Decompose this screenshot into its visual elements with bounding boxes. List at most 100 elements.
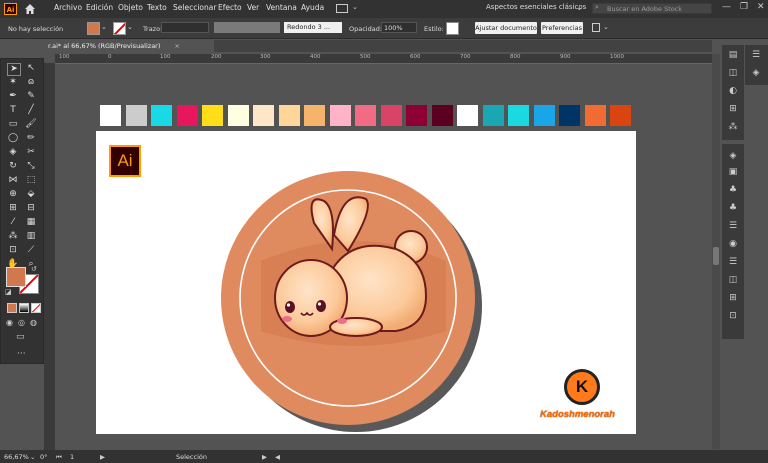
scale-tool-icon[interactable]: ⤡ xyxy=(25,161,37,172)
menu-texto[interactable]: Texto xyxy=(147,3,167,12)
type-tool-icon[interactable]: T xyxy=(7,105,19,116)
stroke-panel-icon[interactable]: ☰ xyxy=(726,256,740,268)
color-guide-icon[interactable]: ◫ xyxy=(726,67,740,79)
shape-builder-icon[interactable]: ⊕ xyxy=(7,189,19,200)
graphic-styles-icon[interactable]: ♣ xyxy=(726,202,740,214)
draw-mode-icon[interactable]: ◉ xyxy=(6,318,13,327)
menu-archivo[interactable]: Archivo xyxy=(54,3,82,12)
stock-search-input[interactable]: Buscar en Adobe Stock xyxy=(592,3,712,14)
maximize-icon[interactable]: ❐ xyxy=(740,2,748,12)
eraser-icon[interactable]: ◈ xyxy=(7,147,19,158)
color-swatch[interactable] xyxy=(431,105,453,126)
mesh-tool-icon[interactable]: ⊟ xyxy=(25,203,37,214)
live-paint-icon[interactable]: ⬙ xyxy=(25,189,37,200)
fill-color-box[interactable] xyxy=(6,267,26,287)
chevron-down-icon[interactable]: ⌄ xyxy=(603,23,609,31)
none-mode-icon[interactable] xyxy=(31,303,41,313)
pen-tool-icon[interactable]: ✒ xyxy=(7,91,19,102)
symbols-icon[interactable]: ♣ xyxy=(726,184,740,196)
default-colors-icon[interactable]: ◪ xyxy=(5,288,12,296)
stroke-swatch[interactable] xyxy=(113,22,126,35)
pathfinder-icon[interactable]: ⊡ xyxy=(726,310,740,322)
perspective-grid-icon[interactable]: ⊞ xyxy=(7,203,19,214)
layers-icon[interactable]: ◈ xyxy=(726,150,740,162)
selection-tool-icon[interactable]: ➤ xyxy=(7,63,21,76)
gradient-tool-icon[interactable]: ▦ xyxy=(25,217,37,228)
properties-icon[interactable]: ▤ xyxy=(726,49,740,61)
color-swatch[interactable] xyxy=(610,105,631,126)
menu-seleccionar[interactable]: Seleccionar xyxy=(173,3,216,12)
ellipse-tool-icon[interactable]: ◯ xyxy=(7,133,19,144)
close-icon[interactable]: ✕ xyxy=(757,2,765,12)
workspace-switcher[interactable]: Aspectos esenciales clásicos xyxy=(486,3,586,11)
color-swatch[interactable] xyxy=(304,105,325,126)
rectangle-tool-icon[interactable]: ▭ xyxy=(7,119,19,130)
variable-width-profile[interactable] xyxy=(214,22,280,33)
menu-objeto[interactable]: Objeto xyxy=(118,3,143,12)
color-swatch[interactable] xyxy=(151,105,172,126)
minimize-icon[interactable]: — xyxy=(722,2,731,12)
next-page-icon[interactable]: ▶ xyxy=(100,453,105,461)
chevron-down-icon[interactable]: ⌄ xyxy=(127,23,133,31)
transparency-icon[interactable]: ◉ xyxy=(726,238,740,250)
scroll-thumb[interactable] xyxy=(713,247,719,265)
brushes-icon[interactable]: ⁂ xyxy=(726,121,740,133)
draw-inside-icon[interactable]: ◍ xyxy=(30,318,37,327)
chevron-down-icon[interactable]: ⌄ xyxy=(352,3,358,11)
scissors-icon[interactable]: ✂ xyxy=(25,147,37,158)
color-swatch[interactable] xyxy=(253,105,274,126)
artboard-tool-icon[interactable]: ⊡ xyxy=(7,245,19,256)
brush-definition[interactable]: Redondo 3 ... xyxy=(284,22,342,33)
preferences-button[interactable]: Preferencias xyxy=(541,22,583,34)
chevron-down-icon[interactable]: ⌄ xyxy=(101,23,107,31)
swatches-icon[interactable]: ⊞ xyxy=(726,103,740,115)
width-tool-icon[interactable]: ⋈ xyxy=(7,175,19,186)
color-swatch[interactable] xyxy=(559,105,580,126)
swap-colors-icon[interactable]: ↺ xyxy=(31,265,37,273)
curvature-tool-icon[interactable]: ✎ xyxy=(25,91,37,102)
first-page-icon[interactable]: ⏮ xyxy=(56,453,62,462)
fill-swatch[interactable] xyxy=(87,22,100,35)
direct-selection-tool-icon[interactable]: ↖ xyxy=(25,63,37,74)
line-tool-icon[interactable]: ╱ xyxy=(25,105,37,116)
gradient-panel-icon[interactable]: ◫ xyxy=(726,274,740,286)
symbol-sprayer-icon[interactable]: ⁂ xyxy=(7,231,19,242)
color-swatch[interactable] xyxy=(355,105,376,126)
rotation-angle[interactable]: 0° xyxy=(40,453,47,461)
color-swatch[interactable] xyxy=(329,105,351,126)
color-swatch[interactable] xyxy=(457,105,478,126)
vertical-scrollbar[interactable] xyxy=(712,54,720,449)
pencil-icon[interactable]: ✏ xyxy=(25,133,37,144)
graphic-style-swatch[interactable] xyxy=(446,22,459,35)
status-menu-icon[interactable]: ◀ xyxy=(275,453,280,461)
arrange-documents-icon[interactable] xyxy=(336,4,348,13)
color-swatch[interactable] xyxy=(380,105,402,126)
color-swatch[interactable] xyxy=(176,105,198,126)
paintbrush-icon[interactable]: 🖌 xyxy=(25,119,37,130)
color-swatch[interactable] xyxy=(125,105,147,126)
magic-wand-icon[interactable]: ✶ xyxy=(7,77,19,88)
color-swatch[interactable] xyxy=(508,105,529,126)
menu-ayuda[interactable]: Ayuda xyxy=(301,3,324,12)
graph-tool-icon[interactable]: ▥ xyxy=(25,231,37,242)
color-swatch[interactable] xyxy=(278,105,300,126)
color-swatch[interactable] xyxy=(227,105,249,126)
layers-icon[interactable]: ◈ xyxy=(749,67,763,79)
close-icon[interactable]: × xyxy=(174,42,179,50)
gradient-mode-icon[interactable] xyxy=(19,303,29,313)
appearance-icon[interactable]: ☰ xyxy=(726,220,740,232)
menu-ventana[interactable]: Ventana xyxy=(266,3,297,12)
libraries-icon[interactable]: ☰ xyxy=(749,49,763,61)
status-play-icon[interactable]: ▶ xyxy=(262,453,267,461)
menu-efecto[interactable]: Efecto xyxy=(218,3,242,12)
align-icon[interactable] xyxy=(592,23,600,32)
lasso-icon[interactable]: ɷ xyxy=(25,77,37,88)
color-mode-icon[interactable] xyxy=(7,303,17,313)
color-swatch[interactable] xyxy=(406,105,427,126)
chevron-down-icon[interactable]: ⌄ xyxy=(30,453,35,461)
color-swatch[interactable] xyxy=(533,105,555,126)
menu-edicion[interactable]: Edición xyxy=(86,3,113,12)
home-icon[interactable] xyxy=(24,3,36,15)
screen-mode-icon[interactable]: ▭ xyxy=(16,332,25,342)
rotate-tool-icon[interactable]: ↻ xyxy=(7,161,19,172)
